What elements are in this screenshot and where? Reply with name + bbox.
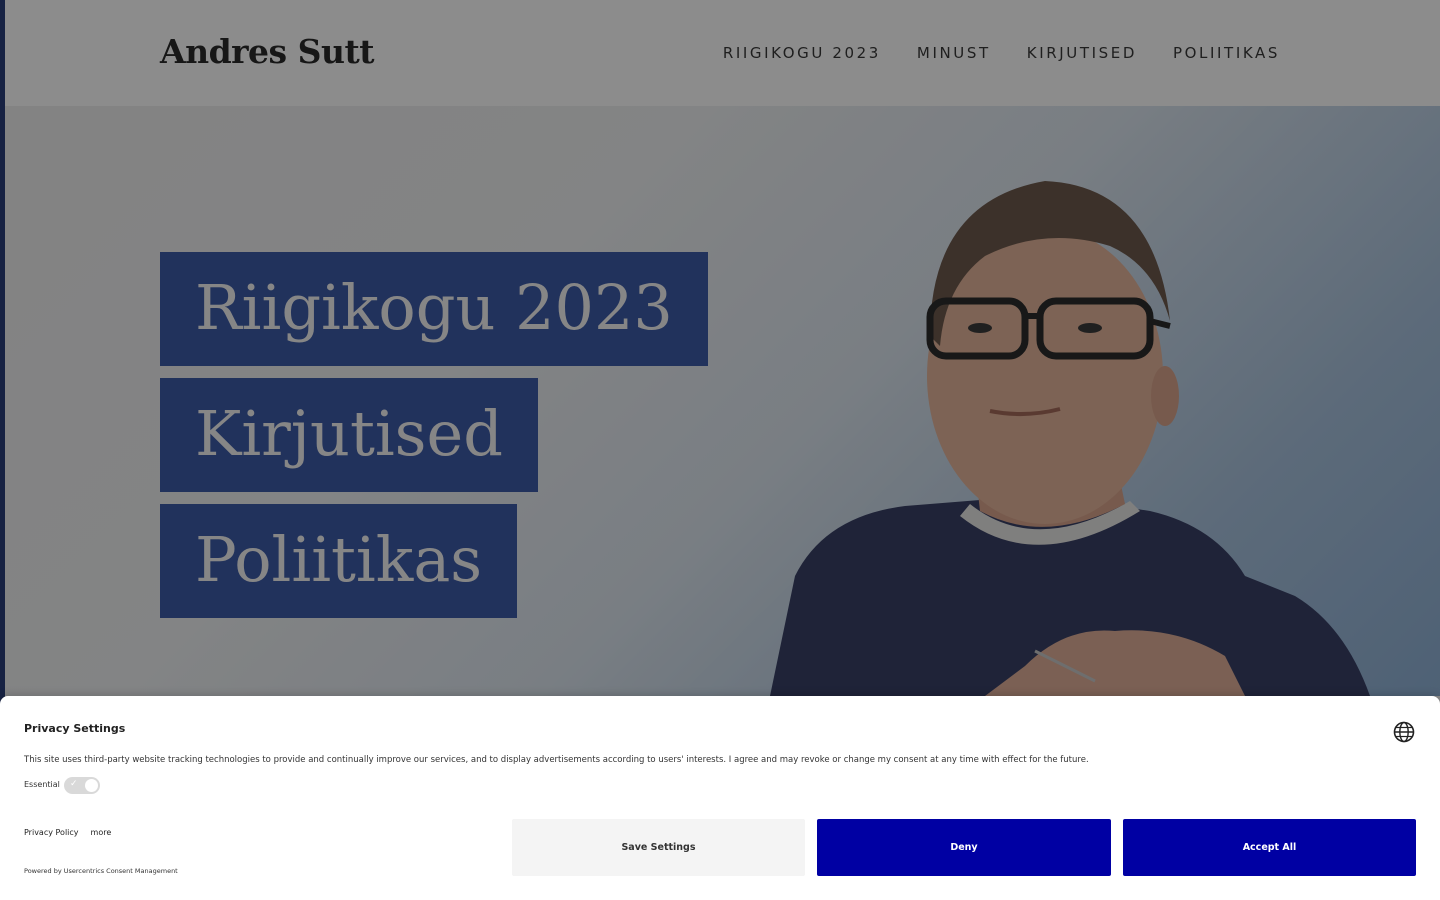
save-settings-button[interactable]: Save Settings <box>512 819 805 876</box>
privacy-policy-link[interactable]: Privacy Policy <box>24 828 79 837</box>
consent-banner: Privacy Settings This site uses third-pa… <box>0 696 1440 900</box>
consent-description: This site uses third-party website track… <box>24 755 1089 765</box>
more-link[interactable]: more <box>91 828 112 837</box>
consent-links: Privacy Policy more <box>24 828 111 837</box>
powered-by[interactable]: Powered by Usercentrics Consent Manageme… <box>24 867 178 875</box>
globe-icon[interactable] <box>1393 721 1415 743</box>
check-icon: ✓ <box>70 779 78 789</box>
essential-label: Essential <box>24 780 60 789</box>
essential-toggle[interactable]: ✓ <box>64 777 100 794</box>
accept-all-button[interactable]: Accept All <box>1123 819 1416 876</box>
toggle-knob <box>85 779 98 792</box>
deny-button[interactable]: Deny <box>817 819 1111 876</box>
consent-title: Privacy Settings <box>24 722 126 735</box>
